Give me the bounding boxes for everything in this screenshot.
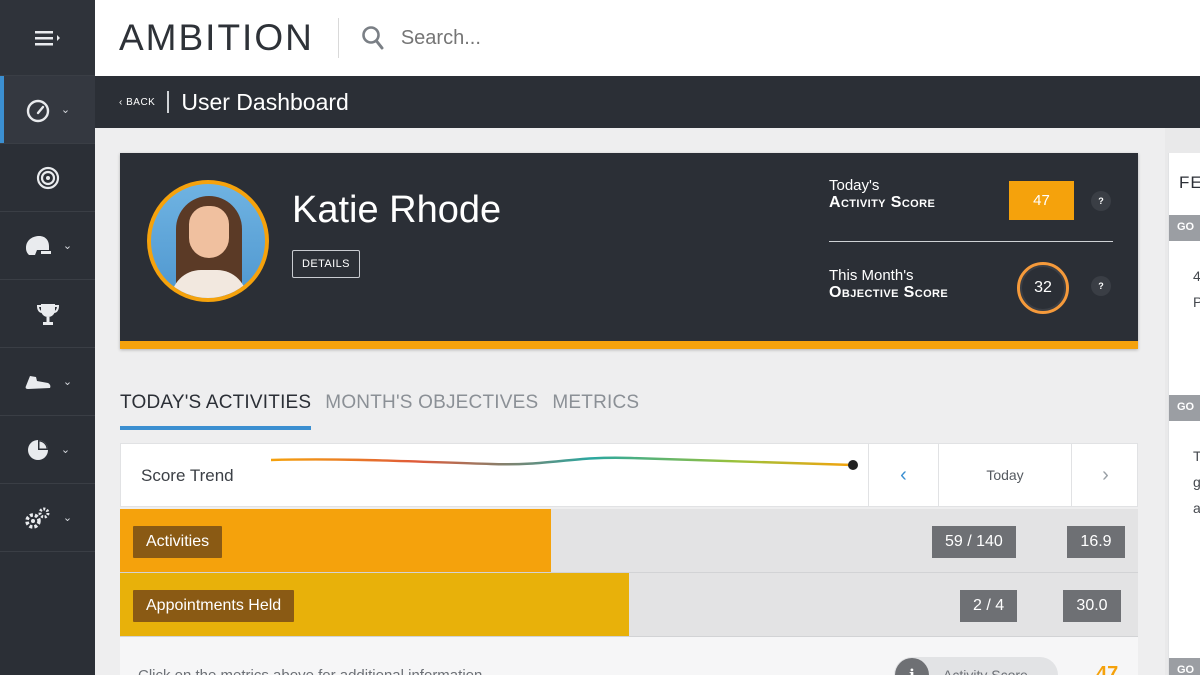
activity-score-help-icon[interactable]: ? — [1091, 191, 1111, 211]
feed-item-text: P — [1193, 291, 1200, 313]
chevron-down-icon: ⌄ — [62, 376, 73, 388]
feed-section-header: GO — [1169, 215, 1200, 241]
right-feed-panel: FE GO 4 P GO T g a GO — [1168, 153, 1200, 675]
feed-section-header: GO — [1169, 395, 1200, 421]
menu-toggle-button[interactable] — [0, 0, 95, 76]
football-helmet-icon — [25, 235, 51, 255]
sidebar-item-reports[interactable]: ⌄ — [0, 416, 95, 484]
chevron-down-icon: ⌄ — [60, 104, 71, 116]
metric-row-activities[interactable]: Activities 59 / 140 16.9 — [120, 509, 1138, 573]
details-button[interactable]: DETAILS — [292, 250, 360, 278]
dashboard-tabs: Today's Activities Month's Objectives Me… — [120, 392, 639, 430]
search-input[interactable] — [400, 26, 701, 50]
user-profile-card: Katie Rhode DETAILS Today's Activity Sco… — [120, 153, 1138, 349]
back-link[interactable]: ‹ Back — [119, 97, 155, 108]
metric-score: 16.9 — [1067, 526, 1125, 558]
user-name: Katie Rhode — [292, 189, 502, 231]
score-trend-sparkline[interactable] — [271, 450, 861, 490]
target-icon — [36, 166, 59, 189]
app-logo[interactable]: AMBITION — [95, 17, 314, 59]
next-period-button[interactable]: › — [1071, 444, 1139, 506]
breadcrumb-divider — [167, 91, 170, 113]
feed-item-text: 4 — [1193, 265, 1200, 287]
trophy-icon — [36, 303, 59, 325]
logo-divider — [337, 18, 339, 58]
metric-row-appointments-held[interactable]: Appointments Held 2 / 4 30.0 — [120, 573, 1138, 637]
hamburger-icon — [34, 30, 60, 45]
objective-score-value: 32 — [1017, 262, 1069, 314]
objective-score-help-icon[interactable]: ? — [1091, 276, 1111, 296]
sidebar-item-settings[interactable]: ⌄ — [0, 484, 95, 552]
pie-chart-icon — [27, 439, 48, 460]
feed-item-text: T — [1193, 445, 1200, 467]
trend-period-nav: ‹ Today › — [868, 444, 1139, 506]
sidebar-item-dashboard[interactable]: ⌄ — [0, 76, 95, 144]
metric-ratio: 2 / 4 — [960, 590, 1018, 622]
info-icon: i — [895, 658, 929, 675]
feed-item-text: g — [1193, 471, 1200, 493]
feed-item-text: a — [1193, 497, 1200, 519]
feed-section-header: GO — [1169, 658, 1200, 675]
sidebar-item-teams[interactable]: ⌄ — [0, 212, 95, 280]
feed-panel-title: FE — [1179, 173, 1200, 192]
metric-ratio: 59 / 140 — [932, 526, 1016, 558]
activity-score-value: 47 — [1009, 181, 1074, 220]
metric-score: 30.0 — [1063, 590, 1121, 622]
chevron-down-icon: ⌄ — [60, 444, 71, 456]
top-bar: AMBITION — [95, 0, 1200, 76]
sneaker-icon — [25, 375, 51, 389]
metrics-hint-row: Click on the metrics above for additiona… — [120, 637, 1138, 675]
sidebar: ⌄ ⌄ ⌄ ⌄ ⌄ — [0, 0, 95, 675]
page-title: User Dashboard — [181, 88, 349, 115]
score-trend-label: Score Trend — [141, 466, 234, 485]
avatar[interactable] — [147, 180, 269, 302]
chevron-down-icon: ⌄ — [62, 240, 73, 252]
tab-metrics[interactable]: Metrics — [552, 392, 639, 430]
gears-icon — [25, 507, 50, 529]
chevron-down-icon: ⌄ — [62, 512, 73, 524]
metric-label: Appointments Held — [133, 590, 295, 622]
activity-score-chip[interactable]: i Activity Score — [894, 657, 1058, 675]
tab-months-objectives[interactable]: Month's Objectives — [325, 392, 538, 430]
sidebar-item-coaching[interactable]: ⌄ — [0, 348, 95, 416]
objective-score-label-line2: Objective Score — [829, 284, 949, 301]
metric-label: Activities — [133, 526, 223, 558]
dashboard-gauge-icon — [26, 99, 50, 122]
sidebar-item-goals[interactable] — [0, 144, 95, 212]
breadcrumb: ‹ Back User Dashboard — [95, 76, 1200, 128]
period-label: Today — [938, 444, 1071, 506]
search-icon[interactable] — [361, 25, 385, 51]
sidebar-item-competitions[interactable] — [0, 280, 95, 348]
score-trend-panel: Score Trend ‹ Today › — [120, 443, 1138, 507]
metrics-hint-text: Click on the metrics above for additiona… — [138, 667, 482, 675]
score-divider — [829, 241, 1113, 242]
previous-period-button[interactable]: ‹ — [868, 444, 938, 506]
hint-activity-score: 47 — [1096, 663, 1119, 675]
objective-score-label-line1: This Month's — [829, 267, 914, 284]
objective-score-label: This Month's Objective Score — [829, 267, 1113, 302]
tab-todays-activities[interactable]: Today's Activities — [120, 392, 312, 430]
activity-score-chip-label: Activity Score — [943, 667, 1028, 675]
